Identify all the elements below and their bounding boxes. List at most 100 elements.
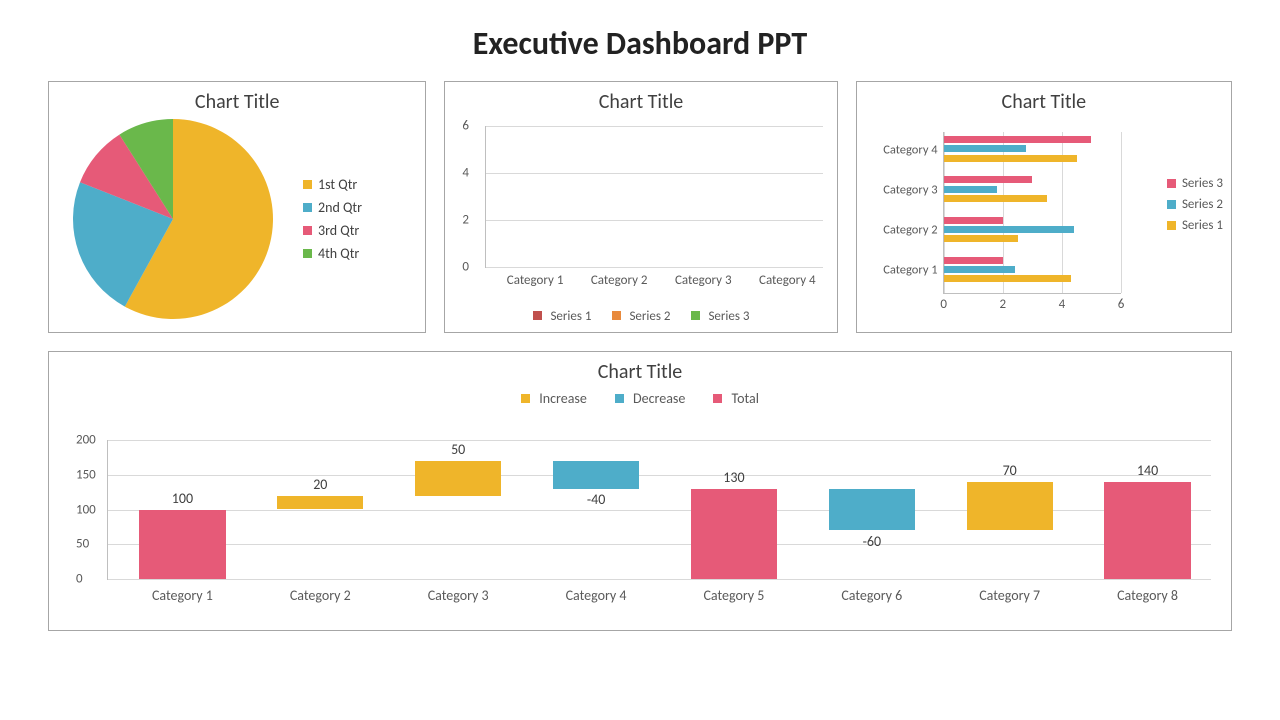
- y-tick: 0: [76, 572, 83, 587]
- bar-value-label: 70: [946, 462, 1073, 479]
- x-category-label: Category 6: [808, 587, 935, 604]
- legend-swatch: [612, 311, 621, 320]
- legend-label: 3rd Qtr: [318, 222, 359, 239]
- bar: [944, 235, 1018, 242]
- legend-swatch: [615, 394, 624, 403]
- legend-swatch: [713, 394, 722, 403]
- y-tick: 0: [462, 260, 469, 275]
- top-row: Chart Title 1st Qtr 2nd Qtr 3rd Qtr 4th …: [0, 81, 1280, 333]
- x-category-label: Category 1: [119, 587, 246, 604]
- bar: [415, 461, 501, 496]
- bar-value-label: 130: [671, 469, 798, 486]
- y-category-label: Category 2: [883, 223, 937, 238]
- hbar-legend: Series 3 Series 2 Series 1: [1167, 170, 1223, 239]
- waterfall-column: -60 Category 6: [808, 440, 935, 579]
- bar: [944, 226, 1074, 233]
- y-tick: 200: [76, 433, 96, 448]
- x-category-label: Category 4: [533, 587, 660, 604]
- y-category-label: Category 4: [883, 142, 937, 157]
- pie-legend-item: 4th Qtr: [303, 245, 362, 262]
- pie-chart-title: Chart Title: [49, 90, 425, 114]
- legend-swatch: [1167, 179, 1176, 188]
- gridline: [486, 126, 822, 127]
- legend-label: Increase: [539, 390, 587, 407]
- vertical-bar-panel: Chart Title 0 2 4 6Category 1Category 2C…: [444, 81, 837, 333]
- vbar-plot-area: 0 2 4 6Category 1Category 2Category 3Cat…: [485, 126, 822, 268]
- legend-swatch: [303, 180, 312, 189]
- y-category-label: Category 1: [883, 263, 937, 278]
- gridline: [486, 173, 822, 174]
- pie-legend: 1st Qtr 2nd Qtr 3rd Qtr 4th Qtr: [303, 170, 362, 268]
- bar: [944, 186, 997, 193]
- legend-item: Series 1: [533, 309, 592, 324]
- pie-chart: [73, 119, 273, 319]
- bar: [944, 155, 1077, 162]
- pie-legend-item: 2nd Qtr: [303, 199, 362, 216]
- y-tick: 50: [76, 537, 89, 552]
- bar-value-label: 20: [257, 476, 384, 493]
- waterfall-column: -40 Category 4: [533, 440, 660, 579]
- x-category-label: Category 8: [1084, 587, 1211, 604]
- legend-swatch: [303, 203, 312, 212]
- x-tick: 6: [1118, 297, 1125, 312]
- legend-swatch: [533, 311, 542, 320]
- waterfall-column: 50 Category 3: [395, 440, 522, 579]
- legend-label: Series 1: [550, 309, 591, 324]
- bar: [829, 489, 915, 531]
- legend-swatch: [303, 249, 312, 258]
- legend-label: Series 3: [708, 309, 749, 324]
- legend-item: Series 1: [1167, 218, 1223, 233]
- bar: [553, 461, 639, 489]
- bar: [944, 195, 1047, 202]
- legend-label: Series 2: [629, 309, 670, 324]
- bar: [1104, 482, 1190, 579]
- legend-swatch: [1167, 200, 1176, 209]
- vbar-title: Chart Title: [445, 90, 836, 114]
- legend-item: Series 3: [691, 309, 750, 324]
- y-tick: 6: [462, 119, 469, 134]
- y-category-label: Category 3: [883, 182, 937, 197]
- hbar-plot-area: 0 2 4 6Category 1Category 2Category 3Cat…: [943, 132, 1121, 294]
- bar: [944, 136, 1092, 143]
- legend-item: Total: [713, 390, 759, 407]
- page-title: Executive Dashboard PPT: [0, 0, 1280, 81]
- x-category-label: Category 2: [257, 587, 384, 604]
- bar: [944, 266, 1015, 273]
- x-tick: 2: [999, 297, 1006, 312]
- legend-label: Series 3: [1182, 176, 1223, 191]
- legend-item: Series 3: [1167, 176, 1223, 191]
- legend-item: Series 2: [612, 309, 671, 324]
- legend-item: Decrease: [615, 390, 685, 407]
- pie-legend-item: 3rd Qtr: [303, 222, 362, 239]
- horizontal-bar-panel: Chart Title 0 2 4 6Category 1Category 2C…: [856, 81, 1232, 333]
- waterfall-plot-area: 0 50 100 150 200 100 Category 1 20 Categ…: [107, 440, 1211, 580]
- x-tick: 0: [940, 297, 947, 312]
- x-category-label: Category 3: [395, 587, 522, 604]
- y-tick: 100: [76, 502, 96, 517]
- bar: [139, 510, 225, 580]
- legend-swatch: [303, 226, 312, 235]
- bar-value-label: 140: [1084, 462, 1211, 479]
- x-tick: 4: [1059, 297, 1066, 312]
- pie-chart-panel: Chart Title 1st Qtr 2nd Qtr 3rd Qtr 4th …: [48, 81, 426, 333]
- vbar-legend: Series 1 Series 2 Series 3: [445, 309, 836, 324]
- bar: [691, 489, 777, 579]
- waterfall-column: 140 Category 8: [1084, 440, 1211, 579]
- waterfall-title: Chart Title: [49, 360, 1231, 384]
- y-tick: 4: [462, 166, 469, 181]
- legend-label: 1st Qtr: [318, 176, 357, 193]
- bar: [944, 176, 1033, 183]
- legend-item: Series 2: [1167, 197, 1223, 212]
- hbar-title: Chart Title: [857, 90, 1231, 114]
- waterfall-legend: Increase Decrease Total: [49, 390, 1231, 407]
- legend-swatch: [1167, 221, 1176, 230]
- bar-row: Category 3: [944, 172, 1121, 207]
- gridline: [108, 579, 1211, 580]
- legend-label: Total: [732, 390, 759, 407]
- bar-value-label: 50: [395, 441, 522, 458]
- waterfall-column: 70 Category 7: [946, 440, 1073, 579]
- bar-row: Category 1: [944, 253, 1121, 288]
- gridline: [486, 267, 822, 268]
- waterfall-column: 20 Category 2: [257, 440, 384, 579]
- waterfall-column: 130 Category 5: [671, 440, 798, 579]
